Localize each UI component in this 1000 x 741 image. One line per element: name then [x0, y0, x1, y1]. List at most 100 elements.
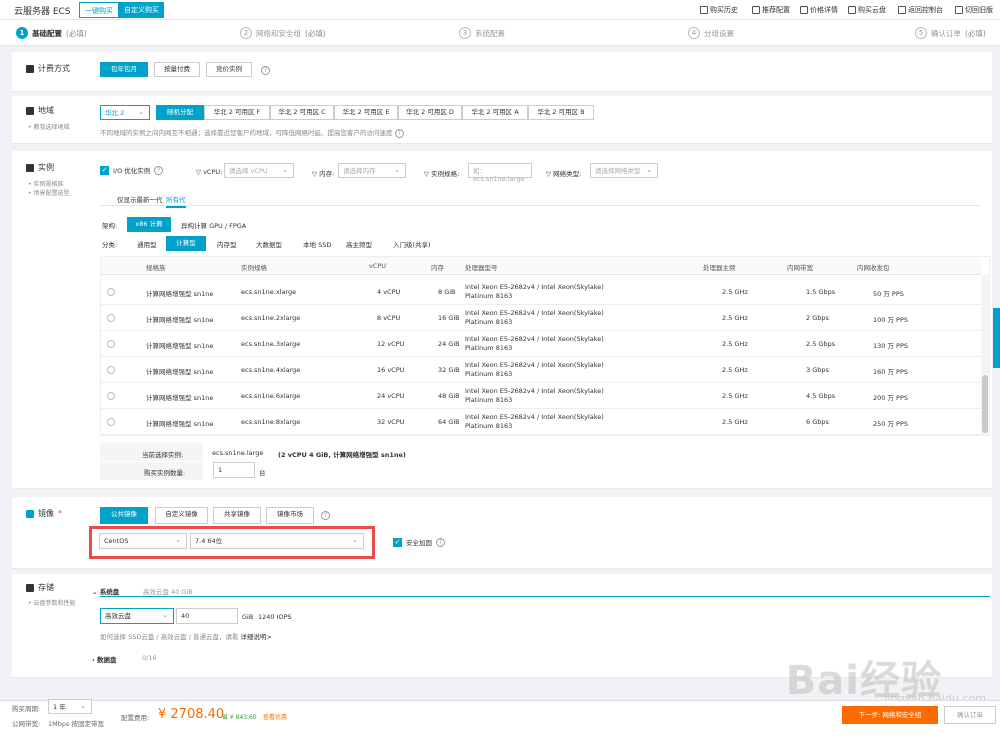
row-radio[interactable]: [107, 418, 115, 426]
arch-x86[interactable]: x86 计算: [127, 217, 171, 232]
zone-f[interactable]: 华北 2 可用区 F: [204, 105, 270, 120]
table-row[interactable]: 计算网络增强型 sn1ne ecs.sn1ne.xlarge 4 vCPU 8 GiB…: [101, 279, 981, 305]
step-network[interactable]: 2 网络和安全组 (必填): [240, 27, 326, 39]
arch-gpu[interactable]: 异构计算 GPU / FPGA: [181, 220, 246, 230]
io-optimized-checkbox[interactable]: ✓ I/O 优化实例?: [100, 165, 164, 175]
col-spec[interactable]: 实例规格: [241, 262, 267, 272]
discount-link[interactable]: 查看优惠: [263, 712, 287, 721]
row-radio[interactable]: [107, 288, 115, 296]
current-label: 当前选择实例:: [142, 451, 184, 459]
zone-b[interactable]: 华北 2 可用区 B: [528, 105, 594, 120]
cat-compute[interactable]: 计算型: [166, 236, 206, 251]
confirm-order-button[interactable]: 确认订单: [944, 706, 996, 724]
zone-c[interactable]: 华北 2 可用区 C: [270, 105, 334, 120]
cat-bigdata[interactable]: 大数据型: [256, 239, 282, 249]
spec-search-input[interactable]: 如：ecs.sn1ne.large: [468, 163, 532, 183]
col-frequency[interactable]: 处理器主频: [703, 262, 736, 272]
step-basic[interactable]: 1 基础配置 (必填): [16, 27, 87, 39]
image-tab-shared[interactable]: 共享镜像: [213, 507, 261, 524]
nav-recommend[interactable]: 推荐配置: [752, 5, 790, 15]
disk-detail-link[interactable]: 详细说明>: [241, 633, 272, 641]
table-scrollbar[interactable]: [981, 275, 989, 435]
billing-payg-button[interactable]: 按量付费: [154, 62, 200, 77]
bandwidth-label: 公网带宽:: [12, 720, 41, 728]
table-row[interactable]: 计算网络增强型 sn1ne ecs.sn1ne.4xlarge 16 vCPU 32 …: [101, 357, 981, 383]
tab-all-gen[interactable]: 所有代: [166, 194, 186, 208]
col-vcpu[interactable]: vCPU: [369, 262, 386, 270]
col-family[interactable]: 规格族: [146, 262, 166, 272]
qty-input[interactable]: 1: [213, 462, 255, 478]
tab-quick-buy[interactable]: 一键购买: [79, 2, 119, 18]
system-disk-toggle[interactable]: ⌄ 系统盘: [92, 586, 119, 596]
zone-random[interactable]: 随机分配: [156, 105, 204, 120]
help-icon[interactable]: ?: [321, 511, 330, 520]
step-system[interactable]: 3 系统配置: [459, 27, 505, 39]
cat-high-freq[interactable]: 高主频型: [346, 239, 372, 249]
col-memory[interactable]: 内存: [431, 262, 444, 272]
tab-custom-buy[interactable]: 自定义购买: [119, 2, 164, 18]
side-feedback-tab[interactable]: [993, 308, 1000, 368]
col-bandwidth[interactable]: 内网带宽: [787, 262, 813, 272]
switch-icon: [955, 6, 963, 14]
memory-select[interactable]: 请选择内存 ⌄: [338, 163, 406, 178]
nav-back-console[interactable]: 返回控制台: [898, 5, 943, 15]
cell-pps: 100 万 PPS: [873, 316, 909, 324]
os-select[interactable]: CentOS ⌄: [99, 533, 187, 549]
cat-local-ssd[interactable]: 本地 SSD: [303, 239, 331, 249]
cell-mem: 64 GiB: [438, 418, 460, 426]
table-row[interactable]: 计算网络增强型 sn1ne ecs.sn1ne.6xlarge 24 vCPU 48 …: [101, 383, 981, 409]
step-confirm[interactable]: 5 确认订单 (必填): [915, 27, 986, 39]
os-version-select[interactable]: 7.4 64位 ⌄: [190, 533, 364, 549]
data-disk-toggle[interactable]: › 数据盘: [92, 654, 116, 664]
next-step-button[interactable]: 下一步: 网络和安全组: [842, 706, 938, 724]
scenario-link[interactable]: • 场景配置选型: [28, 188, 69, 197]
col-pps[interactable]: 内网收发包: [857, 262, 890, 272]
row-radio[interactable]: [107, 366, 115, 374]
cat-entry[interactable]: 入门级(共享): [393, 239, 431, 249]
disk-perf-link[interactable]: • 云盘参数和性能: [28, 598, 75, 607]
cell-freq: 2.5 GHz: [722, 392, 748, 400]
cell-spec: ecs.sn1ne.6xlarge: [241, 392, 301, 400]
cat-general[interactable]: 通用型: [137, 239, 157, 249]
billing-spot-button[interactable]: 竞价实例: [206, 62, 252, 77]
nav-old-version[interactable]: 切回旧版: [955, 5, 993, 15]
disk-size-input[interactable]: 40: [176, 608, 238, 624]
region-help-link[interactable]: • 教我选择地域: [28, 122, 69, 131]
image-tab-market[interactable]: 镜像市场: [266, 507, 314, 524]
image-tab-public[interactable]: 公共镜像: [100, 507, 148, 524]
instance-family-link[interactable]: • 实例规格族: [28, 179, 63, 188]
security-hardening-checkbox[interactable]: ✓ 安全加固?: [393, 537, 445, 547]
tab-latest-gen[interactable]: 仅显示最新一代: [117, 194, 163, 204]
row-radio[interactable]: [107, 392, 115, 400]
region-select[interactable]: 华北 2 ⌄: [100, 105, 150, 120]
price-value: ¥ 2708.40: [158, 707, 225, 722]
cat-memory[interactable]: 内存型: [217, 239, 237, 249]
nav-purchase-history[interactable]: 购买历史: [700, 5, 738, 15]
cell-spec: ecs.sn1ne.2xlarge: [241, 314, 301, 322]
cell-bw: 3 Gbps: [806, 366, 829, 374]
step-group[interactable]: 4 分组设置: [688, 27, 734, 39]
network-select[interactable]: 请选择网络类型 ⌄: [590, 163, 658, 178]
zone-e[interactable]: 华北 2 可用区 E: [334, 105, 398, 120]
region-title: 地域: [26, 105, 54, 116]
nav-buy-disk[interactable]: 购买云盘: [848, 5, 886, 15]
help-icon[interactable]: ?: [261, 66, 270, 75]
zone-a[interactable]: 华北 2 可用区 A: [462, 105, 528, 120]
cell-cpu2: Platinum 8163: [465, 292, 513, 300]
col-processor[interactable]: 处理器型号: [465, 262, 498, 272]
row-radio[interactable]: [107, 314, 115, 322]
period-select[interactable]: 1 年 ⌄: [48, 699, 92, 714]
cell-cpu1: Intel Xeon E5-2682v4 / Intel Xeon(Skylak…: [465, 309, 604, 317]
zone-d[interactable]: 华北 2 可用区 D: [398, 105, 462, 120]
vcpu-select[interactable]: 请选择 vCPU ⌄: [224, 163, 294, 178]
row-radio[interactable]: [107, 340, 115, 348]
billing-monthly-button[interactable]: 包年包月: [100, 62, 148, 77]
instance-table: 规格族 实例规格 vCPU 内存 处理器型号 处理器主频 内网带宽 内网收发包 …: [100, 256, 990, 436]
cell-cpu1: Intel Xeon E5-2682v4 / Intel Xeon(Skylak…: [465, 413, 604, 421]
table-row[interactable]: 计算网络增强型 sn1ne ecs.sn1ne.3xlarge 12 vCPU 24 …: [101, 331, 981, 357]
nav-price-detail[interactable]: 价格详情: [800, 5, 838, 15]
table-row[interactable]: 计算网络增强型 sn1ne ecs.sn1ne.2xlarge 8 vCPU 16 G…: [101, 305, 981, 331]
image-tab-custom[interactable]: 自定义镜像: [155, 507, 208, 524]
disk-type-select[interactable]: 高效云盘 ⌄: [100, 608, 174, 624]
table-row[interactable]: 计算网络增强型 sn1ne ecs.sn1ne.8xlarge 32 vCPU 64 …: [101, 409, 981, 435]
